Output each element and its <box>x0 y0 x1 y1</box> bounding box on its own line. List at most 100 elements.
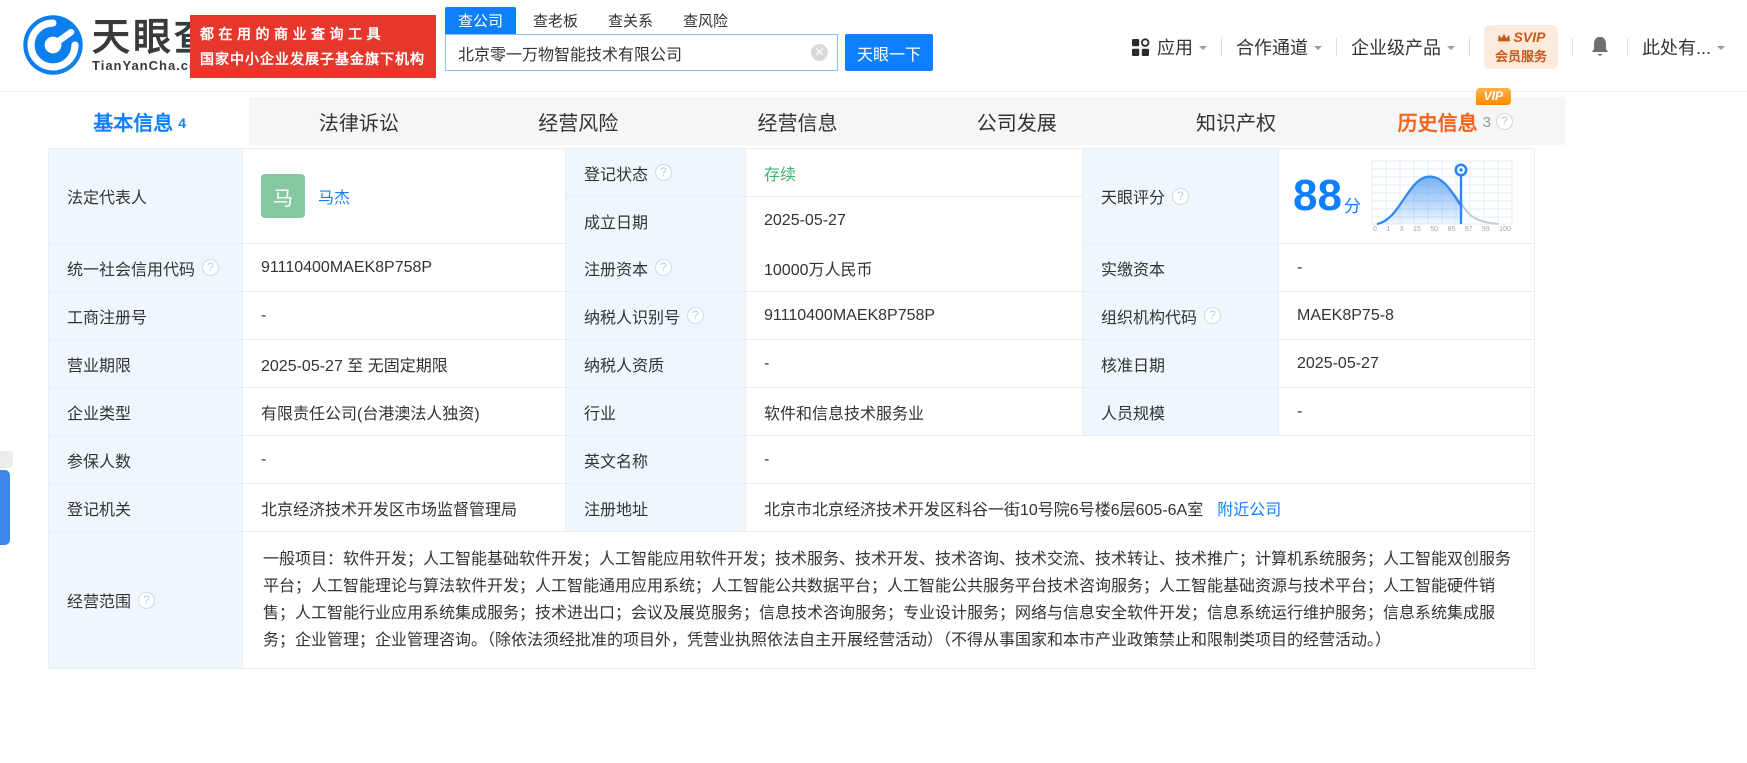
table-row: 工商注册号 - 纳税人识别号? 91110400MAEK8P758P 组织机构代… <box>49 292 1534 340</box>
divider <box>1468 38 1470 56</box>
tab-label: 知识产权 <box>1196 112 1277 135</box>
clear-search-icon[interactable]: ✕ <box>811 44 828 61</box>
approval-date-value: 2025-05-27 <box>1279 340 1534 387</box>
section-tabbar: 基本信息 4 法律诉讼 经营风险 经营信息 公司发展 知识产权 VIP 历史信息… <box>30 88 1565 145</box>
tab-operating-risk[interactable]: 经营风险 <box>469 97 688 145</box>
reg-status-label: 登记状态 ? <box>566 149 746 196</box>
help-icon[interactable]: ? <box>1204 307 1222 324</box>
help-icon[interactable]: ? <box>1496 112 1513 130</box>
tianyancha-logo-icon <box>23 15 83 75</box>
nav-enterprise-products[interactable]: 企业级产品 <box>1351 34 1455 60</box>
tab-label: 经营信息 <box>757 112 838 135</box>
score-axis-labels: 0 1 3 15 50 85 97 99 100 <box>1372 225 1511 233</box>
business-term-label: 营业期限 <box>49 340 243 387</box>
industry-value: 软件和信息技术服务业 <box>746 388 1083 435</box>
avatar[interactable]: 马 <box>261 174 305 218</box>
svip-sublabel: 会员服务 <box>1494 49 1547 64</box>
tab-history-info[interactable]: VIP 历史信息 3 ? <box>1346 88 1565 145</box>
score-bell-curve-chart <box>1371 160 1513 225</box>
paid-capital-label: 实缴资本 <box>1083 244 1279 291</box>
search-block: 查公司 查老板 查关系 查风险 ✕ 天眼一下 <box>445 7 933 71</box>
chevron-down-icon <box>1717 45 1725 54</box>
table-row: 企业类型 有限责任公司(台港澳法人独资) 行业 软件和信息技术服务业 人员规模 … <box>49 388 1534 436</box>
brand-slogan: 都在用的商业查询工具 国家中小企业发展子基金旗下机构 <box>190 15 436 78</box>
taxpayer-id-value: 91110400MAEK8P758P <box>746 292 1083 339</box>
help-icon[interactable]: ? <box>655 259 673 276</box>
english-name-label: 英文名称 <box>566 436 746 483</box>
nav-enterprise-label: 企业级产品 <box>1350 38 1441 58</box>
tab-company-development[interactable]: 公司发展 <box>907 97 1126 145</box>
table-row: 营业期限 2025-05-27 至 无固定期限 纳税人资质 - 核准日期 202… <box>49 340 1534 388</box>
company-type-value: 有限责任公司(台港澳法人独资) <box>243 388 566 435</box>
legal-rep-label: 法定代表人 <box>49 149 243 243</box>
insured-count-label: 参保人数 <box>49 436 243 483</box>
legal-rep-link[interactable]: 马杰 <box>318 184 350 208</box>
credit-code-label: 统一社会信用代码? <box>49 244 243 291</box>
chevron-down-icon <box>1198 45 1207 54</box>
help-icon[interactable]: ? <box>138 591 156 609</box>
feedback-side-widget[interactable] <box>0 470 10 545</box>
score-number: 88 <box>1293 171 1342 220</box>
search-tab-relation[interactable]: 查关系 <box>608 7 653 34</box>
help-icon[interactable]: ? <box>202 259 220 276</box>
table-row: 法定代表人 马 马杰 登记状态 ? 存续 成立日期 2025-05-27 天眼评… <box>49 149 1534 244</box>
apps-grid-icon <box>1131 37 1150 56</box>
reg-authority-value: 北京经济技术开发区市场监督管理局 <box>243 484 566 531</box>
svip-member-badge[interactable]: SVIP 会员服务 <box>1483 25 1558 69</box>
help-icon[interactable]: ? <box>1172 187 1190 205</box>
est-date-value: 2025-05-27 <box>746 197 1082 244</box>
reg-number-value: - <box>243 292 566 339</box>
slogan-line2: 国家中小企业发展子基金旗下机构 <box>200 51 425 67</box>
notification-bell-icon[interactable] <box>1589 35 1611 59</box>
score-chart: 0 1 3 15 50 85 97 99 100 <box>1371 160 1513 233</box>
english-name-value: - <box>746 436 1534 483</box>
divider <box>1335 38 1337 56</box>
search-tab-boss[interactable]: 查老板 <box>533 7 578 34</box>
help-icon[interactable]: ? <box>655 164 673 181</box>
tianyancha-company-page: 天眼查 TianYanCha.com 都在用的商业查询工具 国家中小企业发展子基… <box>0 0 1747 763</box>
search-tab-risk[interactable]: 查风险 <box>683 7 728 34</box>
tab-count: 3 <box>1482 114 1491 131</box>
tab-label: 法律诉讼 <box>318 112 399 135</box>
help-icon[interactable]: ? <box>687 307 705 324</box>
user-account-menu[interactable]: 此处有... <box>1642 34 1725 60</box>
est-date-label: 成立日期 <box>566 197 746 244</box>
top-header: 天眼查 TianYanCha.com 都在用的商业查询工具 国家中小企业发展子基… <box>0 0 1747 92</box>
search-button[interactable]: 天眼一下 <box>845 34 933 71</box>
reg-capital-label: 注册资本? <box>566 244 746 291</box>
nav-apps-label: 应用 <box>1156 38 1193 58</box>
search-input[interactable] <box>445 34 838 71</box>
tab-legal-proceedings[interactable]: 法律诉讼 <box>249 97 468 145</box>
tab-label: 历史信息 <box>1397 112 1478 135</box>
nearby-companies-link[interactable]: 附近公司 <box>1217 496 1281 520</box>
nav-apps[interactable]: 应用 <box>1131 34 1207 60</box>
org-code-label: 组织机构代码? <box>1083 292 1279 339</box>
org-code-value: MAEK8P75-8 <box>1279 292 1534 339</box>
chevron-down-icon <box>1313 45 1322 54</box>
reg-authority-label: 登记机关 <box>49 484 243 531</box>
tab-business-info[interactable]: 经营信息 <box>688 97 907 145</box>
nav-cooperation-label: 合作通道 <box>1235 38 1308 58</box>
tab-basic-info[interactable]: 基本信息 4 <box>30 97 250 145</box>
industry-label: 行业 <box>566 388 746 435</box>
chevron-down-icon <box>1446 45 1455 54</box>
credit-code-value: 91110400MAEK8P758P <box>243 244 566 291</box>
staff-size-value: - <box>1279 388 1534 435</box>
table-row: 经营范围? 一般项目：软件开发；人工智能基础软件开发；人工智能应用软件开发；技术… <box>49 532 1534 669</box>
paid-capital-value: - <box>1279 244 1534 291</box>
slogan-line1: 都在用的商业查询工具 <box>200 26 385 42</box>
address-text: 北京市北京经济技术开发区科谷一街10号院6号楼6层605-6A室 <box>764 501 1204 519</box>
divider <box>1626 38 1628 56</box>
taxpayer-id-label: 纳税人识别号? <box>566 292 746 339</box>
taxpayer-quality-value: - <box>746 340 1083 387</box>
svip-label: SVIP <box>1513 29 1546 45</box>
search-tab-company[interactable]: 查公司 <box>445 7 517 34</box>
collapsed-panel-handle[interactable] <box>0 451 13 468</box>
staff-size-label: 人员规模 <box>1083 388 1279 435</box>
tab-intellectual-property[interactable]: 知识产权 <box>1126 97 1345 145</box>
insured-count-value: - <box>243 436 566 483</box>
nav-cooperation[interactable]: 合作通道 <box>1236 34 1322 60</box>
tianyancha-logo[interactable]: 天眼查 TianYanCha.com <box>22 14 215 76</box>
reg-status-value: 存续 <box>746 149 1082 196</box>
score-value[interactable]: 88 分 0 1 3 15 50 85 97 99 100 <box>1279 149 1534 243</box>
